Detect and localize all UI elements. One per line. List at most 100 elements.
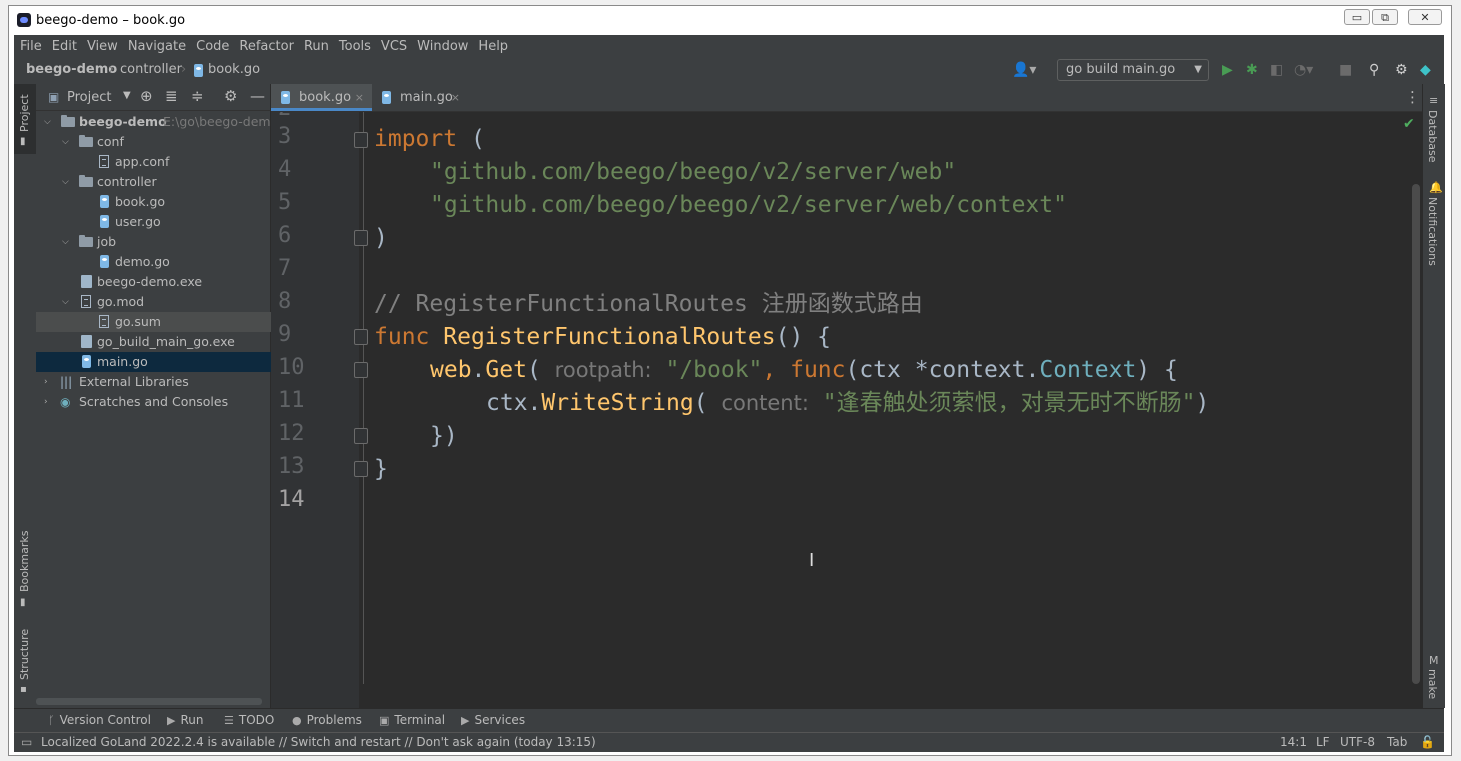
tree-item-job[interactable]: ⌵ job [36,232,271,252]
chevron-down-icon[interactable]: ⌵ [62,292,69,312]
menu-help[interactable]: Help [478,36,508,58]
debug-icon[interactable]: ✱ [1246,62,1258,78]
tree-item-beego-demo-exe[interactable]: beego-demo.exe [36,272,271,292]
goland-logo-icon[interactable]: ◆ [1420,62,1431,78]
tool-window-label: Version Control [59,713,151,727]
menu-edit[interactable]: Edit [52,36,77,58]
line-number: 9 [278,322,292,347]
menu-vcs[interactable]: VCS [381,36,407,58]
more-options-icon[interactable]: ⋮ [1405,88,1420,106]
bookmarks-tool-label[interactable]: Bookmarks [18,531,31,592]
code-editor[interactable]: 2 3 4 5 6 7 8 9 10 11 12 13 14 import ( … [271,112,1422,708]
go-file-icon [382,91,391,104]
tree-item-book-go[interactable]: book.go [36,192,271,212]
tool-window-terminal[interactable]: ▣ Terminal [379,713,445,727]
tree-item-demo-go[interactable]: demo.go [36,252,271,272]
menu-code[interactable]: Code [196,36,229,58]
breadcrumb-file[interactable]: book.go [208,62,260,77]
window-border-bottom [8,752,1452,756]
tree-item-conf[interactable]: ⌵ conf [36,132,271,152]
settings-gear-icon[interactable]: ⚙ [1395,62,1408,78]
hide-panel-icon[interactable]: — [250,87,265,105]
search-icon[interactable]: ⚲ [1369,62,1379,78]
status-toggle-icon[interactable]: ▭ [21,735,32,749]
structure-tool-label[interactable]: Structure [18,629,31,680]
fold-marker-icon[interactable] [354,329,368,345]
tree-item-user-go[interactable]: user.go [36,212,271,232]
menu-run[interactable]: Run [304,36,329,58]
locate-file-icon[interactable]: ⊕ [140,87,153,105]
vertical-scrollbar[interactable] [1412,184,1420,684]
folder-icon [79,175,93,187]
breadcrumb-folder[interactable]: controller [120,62,182,77]
code-line-3: import ( [374,123,485,156]
coverage-icon[interactable]: ◧ [1270,62,1283,78]
chevron-down-icon[interactable]: ⌵ [44,112,51,132]
close-button[interactable]: ✕ [1408,9,1442,25]
notifications-tool-label[interactable]: Notifications [1426,197,1439,266]
fold-marker-icon[interactable] [354,132,368,148]
chevron-down-icon[interactable]: ⌵ [62,172,69,192]
fold-marker-icon[interactable] [354,461,368,477]
indent-setting[interactable]: Tab [1387,735,1407,749]
make-tool-label[interactable]: make [1426,669,1439,699]
collapse-all-icon[interactable]: ≑ [191,87,204,105]
maximize-button[interactable]: ⧉ [1372,9,1398,25]
gear-icon[interactable]: ⚙ [224,87,237,105]
menu-navigate[interactable]: Navigate [128,36,186,58]
tool-window-version-control[interactable]: ᚴ Version Control [48,713,151,727]
profile-icon[interactable]: ◔▾ [1294,62,1313,78]
tree-item-go-build-main-go-exe[interactable]: go_build_main_go.exe [36,332,271,352]
tree-item-external-libraries[interactable]: › ||| External Libraries [36,372,271,392]
tree-item-go-sum[interactable]: go.sum [36,312,271,332]
tool-window-todo[interactable]: ☰ TODO [224,713,274,727]
menu-window[interactable]: Window [417,36,468,58]
fold-marker-icon[interactable] [354,362,368,378]
run-icon[interactable]: ▶ [1222,62,1233,78]
chevron-down-icon[interactable]: ⌵ [62,132,69,152]
status-message[interactable]: Localized GoLand 2022.2.4 is available /… [41,735,596,749]
menu-refactor[interactable]: Refactor [239,36,294,58]
list-icon: ☰ [224,714,234,727]
stop-icon[interactable]: ■ [1339,62,1352,78]
no-problems-check-icon[interactable]: ✔ [1403,116,1415,132]
fold-marker-icon[interactable] [354,230,368,246]
chevron-right-icon[interactable]: › [44,392,48,412]
chevron-right-icon[interactable]: › [44,372,48,392]
menu-file[interactable]: File [20,36,42,58]
project-tool-label[interactable]: Project [18,94,31,132]
tree-item-main-go[interactable]: main.go [36,352,271,372]
expand-all-icon[interactable]: ≣ [165,87,178,105]
breadcrumb-root[interactable]: beego-demo [26,62,117,77]
vcs-user-icon[interactable]: 👤▾ [1012,62,1036,78]
project-panel-title[interactable]: Project [67,90,111,105]
tree-item-beego-demo[interactable]: ⌵ beego-demo E:\go\beego-demo [36,112,271,132]
tree-item-scratches-and-consoles[interactable]: › ◉ Scratches and Consoles [36,392,271,412]
close-tab-icon[interactable]: × [451,84,460,111]
minimize-button[interactable]: ▭ [1344,9,1370,25]
lock-icon[interactable]: 🔓 [1420,735,1435,749]
caret-position[interactable]: 14:1 [1280,735,1307,749]
tab-book-go[interactable]: book.go × [271,84,372,111]
run-configuration-select[interactable]: go build main.go ▼ [1057,59,1209,81]
tool-window-services[interactable]: ▶ Services [461,713,525,727]
line-separator[interactable]: LF [1316,735,1330,749]
chevron-down-icon[interactable]: ⌵ [62,232,69,252]
tree-item-label: beego-demo.exe [97,274,203,289]
horizontal-scrollbar[interactable] [36,698,262,705]
file-encoding[interactable]: UTF-8 [1340,735,1375,749]
menu-view[interactable]: View [87,36,118,58]
tool-window-run[interactable]: ▶ Run [167,713,203,727]
fold-marker-icon[interactable] [354,428,368,444]
chevron-down-icon[interactable]: ▼ [123,90,131,101]
close-tab-icon[interactable]: × [355,84,364,111]
code-text: ( [526,357,541,383]
tree-item-go-mod[interactable]: ⌵ go.mod [36,292,271,312]
menu-tools[interactable]: Tools [339,36,371,58]
database-tool-label[interactable]: Database [1426,110,1439,163]
tab-main-go[interactable]: main.go × [372,84,468,111]
line-number-current: 14 [278,487,305,512]
tool-window-problems[interactable]: ● Problems [292,713,362,727]
tree-item-app-conf[interactable]: app.conf [36,152,271,172]
tree-item-controller[interactable]: ⌵ controller [36,172,271,192]
